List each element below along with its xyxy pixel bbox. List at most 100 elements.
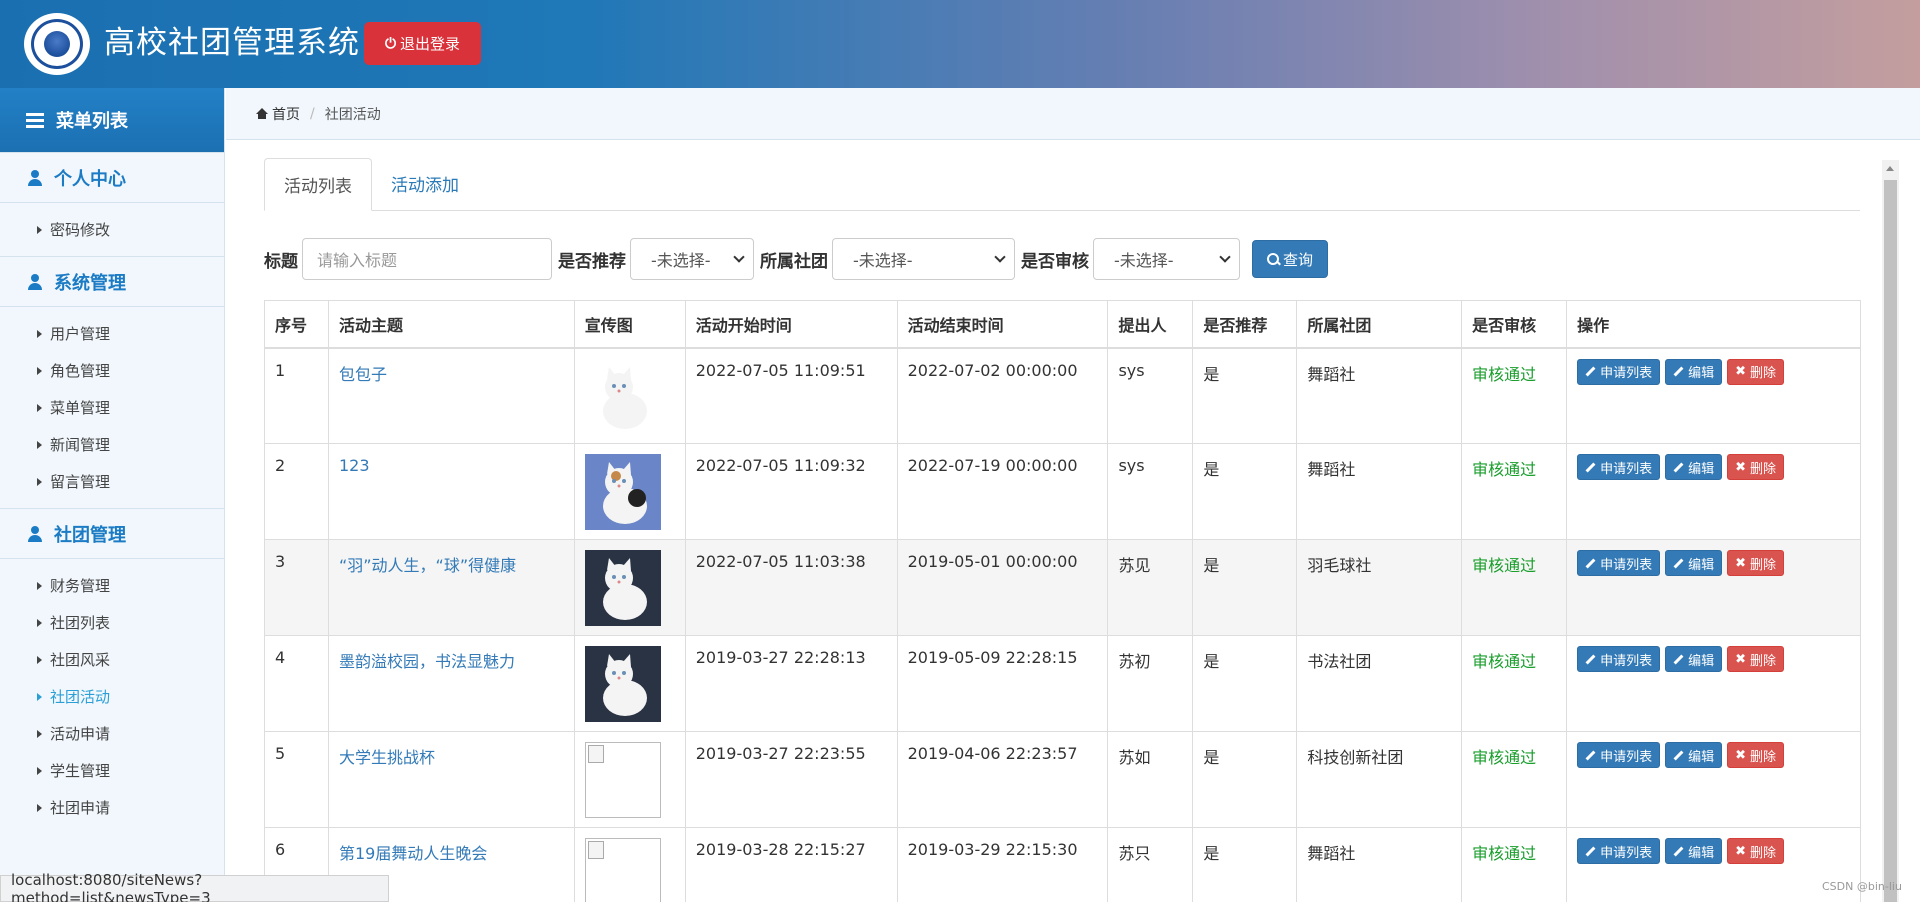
sidebar-item-club-apply[interactable]: 社团申请: [0, 789, 224, 826]
edit-button[interactable]: 编辑: [1665, 550, 1723, 576]
table-cell: 2022-07-05 11:03:38: [684, 539, 898, 636]
sidebar-item-club-activities[interactable]: 社团活动: [0, 678, 224, 715]
logout-button[interactable]: ⏻ 退出登录: [364, 22, 481, 65]
scrollbar-thumb[interactable]: [1884, 180, 1897, 902]
apply-list-button[interactable]: 申请列表: [1577, 454, 1661, 480]
row-number: 4: [275, 648, 286, 667]
table-row: 3 “羽”动人生，“球”得健康 2022-07-05 11:03:38 2019-05…: [264, 539, 1861, 636]
delete-button[interactable]: ✖ 删除: [1727, 838, 1785, 864]
delete-button[interactable]: ✖ 删除: [1727, 550, 1785, 576]
sidebar-item-messages[interactable]: 留言管理: [0, 463, 224, 500]
user-icon: [28, 525, 42, 542]
edit-button[interactable]: 编辑: [1665, 742, 1723, 768]
tab-activity-list[interactable]: 活动列表: [264, 158, 372, 211]
sidebar-item-label: 活动申请: [50, 725, 111, 743]
apply-list-button[interactable]: 申请列表: [1577, 838, 1661, 864]
sidebar-item-label: 留言管理: [50, 473, 111, 491]
audit-select[interactable]: -未选择-: [1093, 238, 1240, 280]
table-cell: 2019-05-09 22:28:15: [896, 635, 1109, 732]
group-system-management[interactable]: 系统管理: [0, 256, 224, 307]
sidebar-item-activity-apply[interactable]: 活动申请: [0, 715, 224, 752]
recommend-value: 是: [1203, 556, 1220, 575]
sidebar-item-finance[interactable]: 财务管理: [0, 567, 224, 604]
activity-topic-link[interactable]: 123: [339, 456, 370, 475]
top-header: 高校社团管理系统 ⏻ 退出登录: [0, 0, 1920, 88]
proposer: 苏如: [1118, 748, 1151, 767]
recommend-select-value: -未选择-: [651, 251, 711, 270]
edit-button[interactable]: 编辑: [1665, 646, 1723, 672]
table-cell: 2019-03-29 22:15:30: [896, 827, 1109, 902]
group-club-management[interactable]: 社团管理: [0, 508, 224, 559]
table-cell: 审核通过: [1461, 827, 1568, 902]
sidebar-item-club-list[interactable]: 社团列表: [0, 604, 224, 641]
search-button[interactable]: 查询: [1252, 240, 1328, 278]
button-label: 编辑: [1688, 557, 1715, 573]
col-header: 提出人: [1107, 300, 1194, 349]
recommend-value: 是: [1203, 844, 1220, 863]
end-time: 2022-07-02 00:00:00: [907, 360, 1078, 380]
promo-image: [584, 550, 661, 626]
end-time: 2019-05-09 22:28:15: [907, 648, 1078, 667]
table-cell: 审核通过: [1461, 635, 1568, 732]
button-label: 编辑: [1688, 749, 1715, 765]
activity-topic-link[interactable]: 墨韵溢校园，书法显魅力: [339, 652, 515, 671]
col-header: 活动主题: [327, 300, 575, 349]
club-name: 舞蹈社: [1307, 460, 1356, 479]
row-actions: 申请列表 编辑 ✖ 删除: [1577, 358, 1850, 385]
activity-topic-link[interactable]: 大学生挑战杯: [339, 748, 435, 767]
table-cell: 2022-07-02 00:00:00: [896, 347, 1109, 444]
breadcrumb-home[interactable]: 首页: [256, 104, 300, 124]
club-select[interactable]: -未选择-: [832, 238, 1015, 280]
activity-topic-link[interactable]: 包包子: [339, 365, 387, 384]
activity-topic-link[interactable]: 第19届舞动人生晚会: [339, 844, 487, 863]
col-header: 序号: [264, 300, 329, 349]
delete-button[interactable]: ✖ 删除: [1727, 646, 1785, 672]
table-cell: 3: [264, 539, 329, 636]
recommend-select[interactable]: -未选择-: [630, 238, 754, 280]
table-cell: 2019-03-28 22:15:27: [684, 827, 898, 902]
edit-button[interactable]: 编辑: [1665, 358, 1723, 385]
pencil-icon: [1585, 750, 1596, 760]
button-label: 申请列表: [1600, 653, 1653, 669]
start-time: 2019-03-27 22:28:13: [695, 648, 866, 667]
sidebar-item-menus[interactable]: 菜单管理: [0, 389, 224, 426]
delete-button[interactable]: ✖ 删除: [1727, 742, 1785, 768]
club-filter-label: 所属社团: [760, 251, 828, 272]
edit-button[interactable]: 编辑: [1665, 454, 1723, 480]
sidebar-item-news[interactable]: 新闻管理: [0, 426, 224, 463]
table-cell: 是: [1192, 635, 1298, 732]
button-label: 删除: [1750, 557, 1777, 573]
apply-list-button[interactable]: 申请列表: [1577, 358, 1661, 385]
title-search-input[interactable]: 请输入标题: [302, 238, 552, 280]
table-cell: 1: [264, 347, 329, 444]
sidebar-item-label: 学生管理: [50, 762, 111, 780]
edit-button[interactable]: 编辑: [1665, 838, 1723, 864]
col-header: 是否推荐: [1192, 300, 1298, 349]
start-time: 2022-07-05 11:09:32: [695, 456, 866, 475]
sidebar-item-password[interactable]: 密码修改: [0, 211, 224, 248]
vertical-scrollbar[interactable]: [1882, 160, 1899, 902]
scroll-up-arrow-icon[interactable]: [1886, 166, 1894, 171]
pencil-icon: [1585, 846, 1596, 856]
apply-list-button[interactable]: 申请列表: [1577, 646, 1661, 672]
group-personal-center[interactable]: 个人中心: [0, 152, 224, 203]
proposer: 苏只: [1118, 844, 1151, 863]
sidebar-item-club-style[interactable]: 社团风采: [0, 641, 224, 678]
apply-list-button[interactable]: 申请列表: [1577, 550, 1661, 576]
audit-select-value: -未选择-: [1114, 251, 1174, 270]
apply-list-button[interactable]: 申请列表: [1577, 742, 1661, 768]
sidebar-item-users[interactable]: 用户管理: [0, 315, 224, 352]
delete-button[interactable]: ✖ 删除: [1727, 358, 1785, 385]
sidebar-item-roles[interactable]: 角色管理: [0, 352, 224, 389]
table-cell: 包包子: [327, 347, 575, 444]
pencil-icon: [1673, 654, 1684, 664]
activity-topic-link[interactable]: “羽”动人生，“球”得健康: [339, 556, 516, 575]
row-number: 1: [275, 360, 286, 380]
pencil-icon: [1585, 558, 1596, 568]
delete-button[interactable]: ✖ 删除: [1727, 454, 1785, 480]
tab-activity-add[interactable]: 活动添加: [372, 157, 478, 210]
sidebar-item-students[interactable]: 学生管理: [0, 752, 224, 789]
caret-right-icon: [37, 477, 42, 486]
table-cell: 申请列表 编辑 ✖ 删除: [1566, 635, 1861, 732]
caret-right-icon: [37, 440, 42, 449]
